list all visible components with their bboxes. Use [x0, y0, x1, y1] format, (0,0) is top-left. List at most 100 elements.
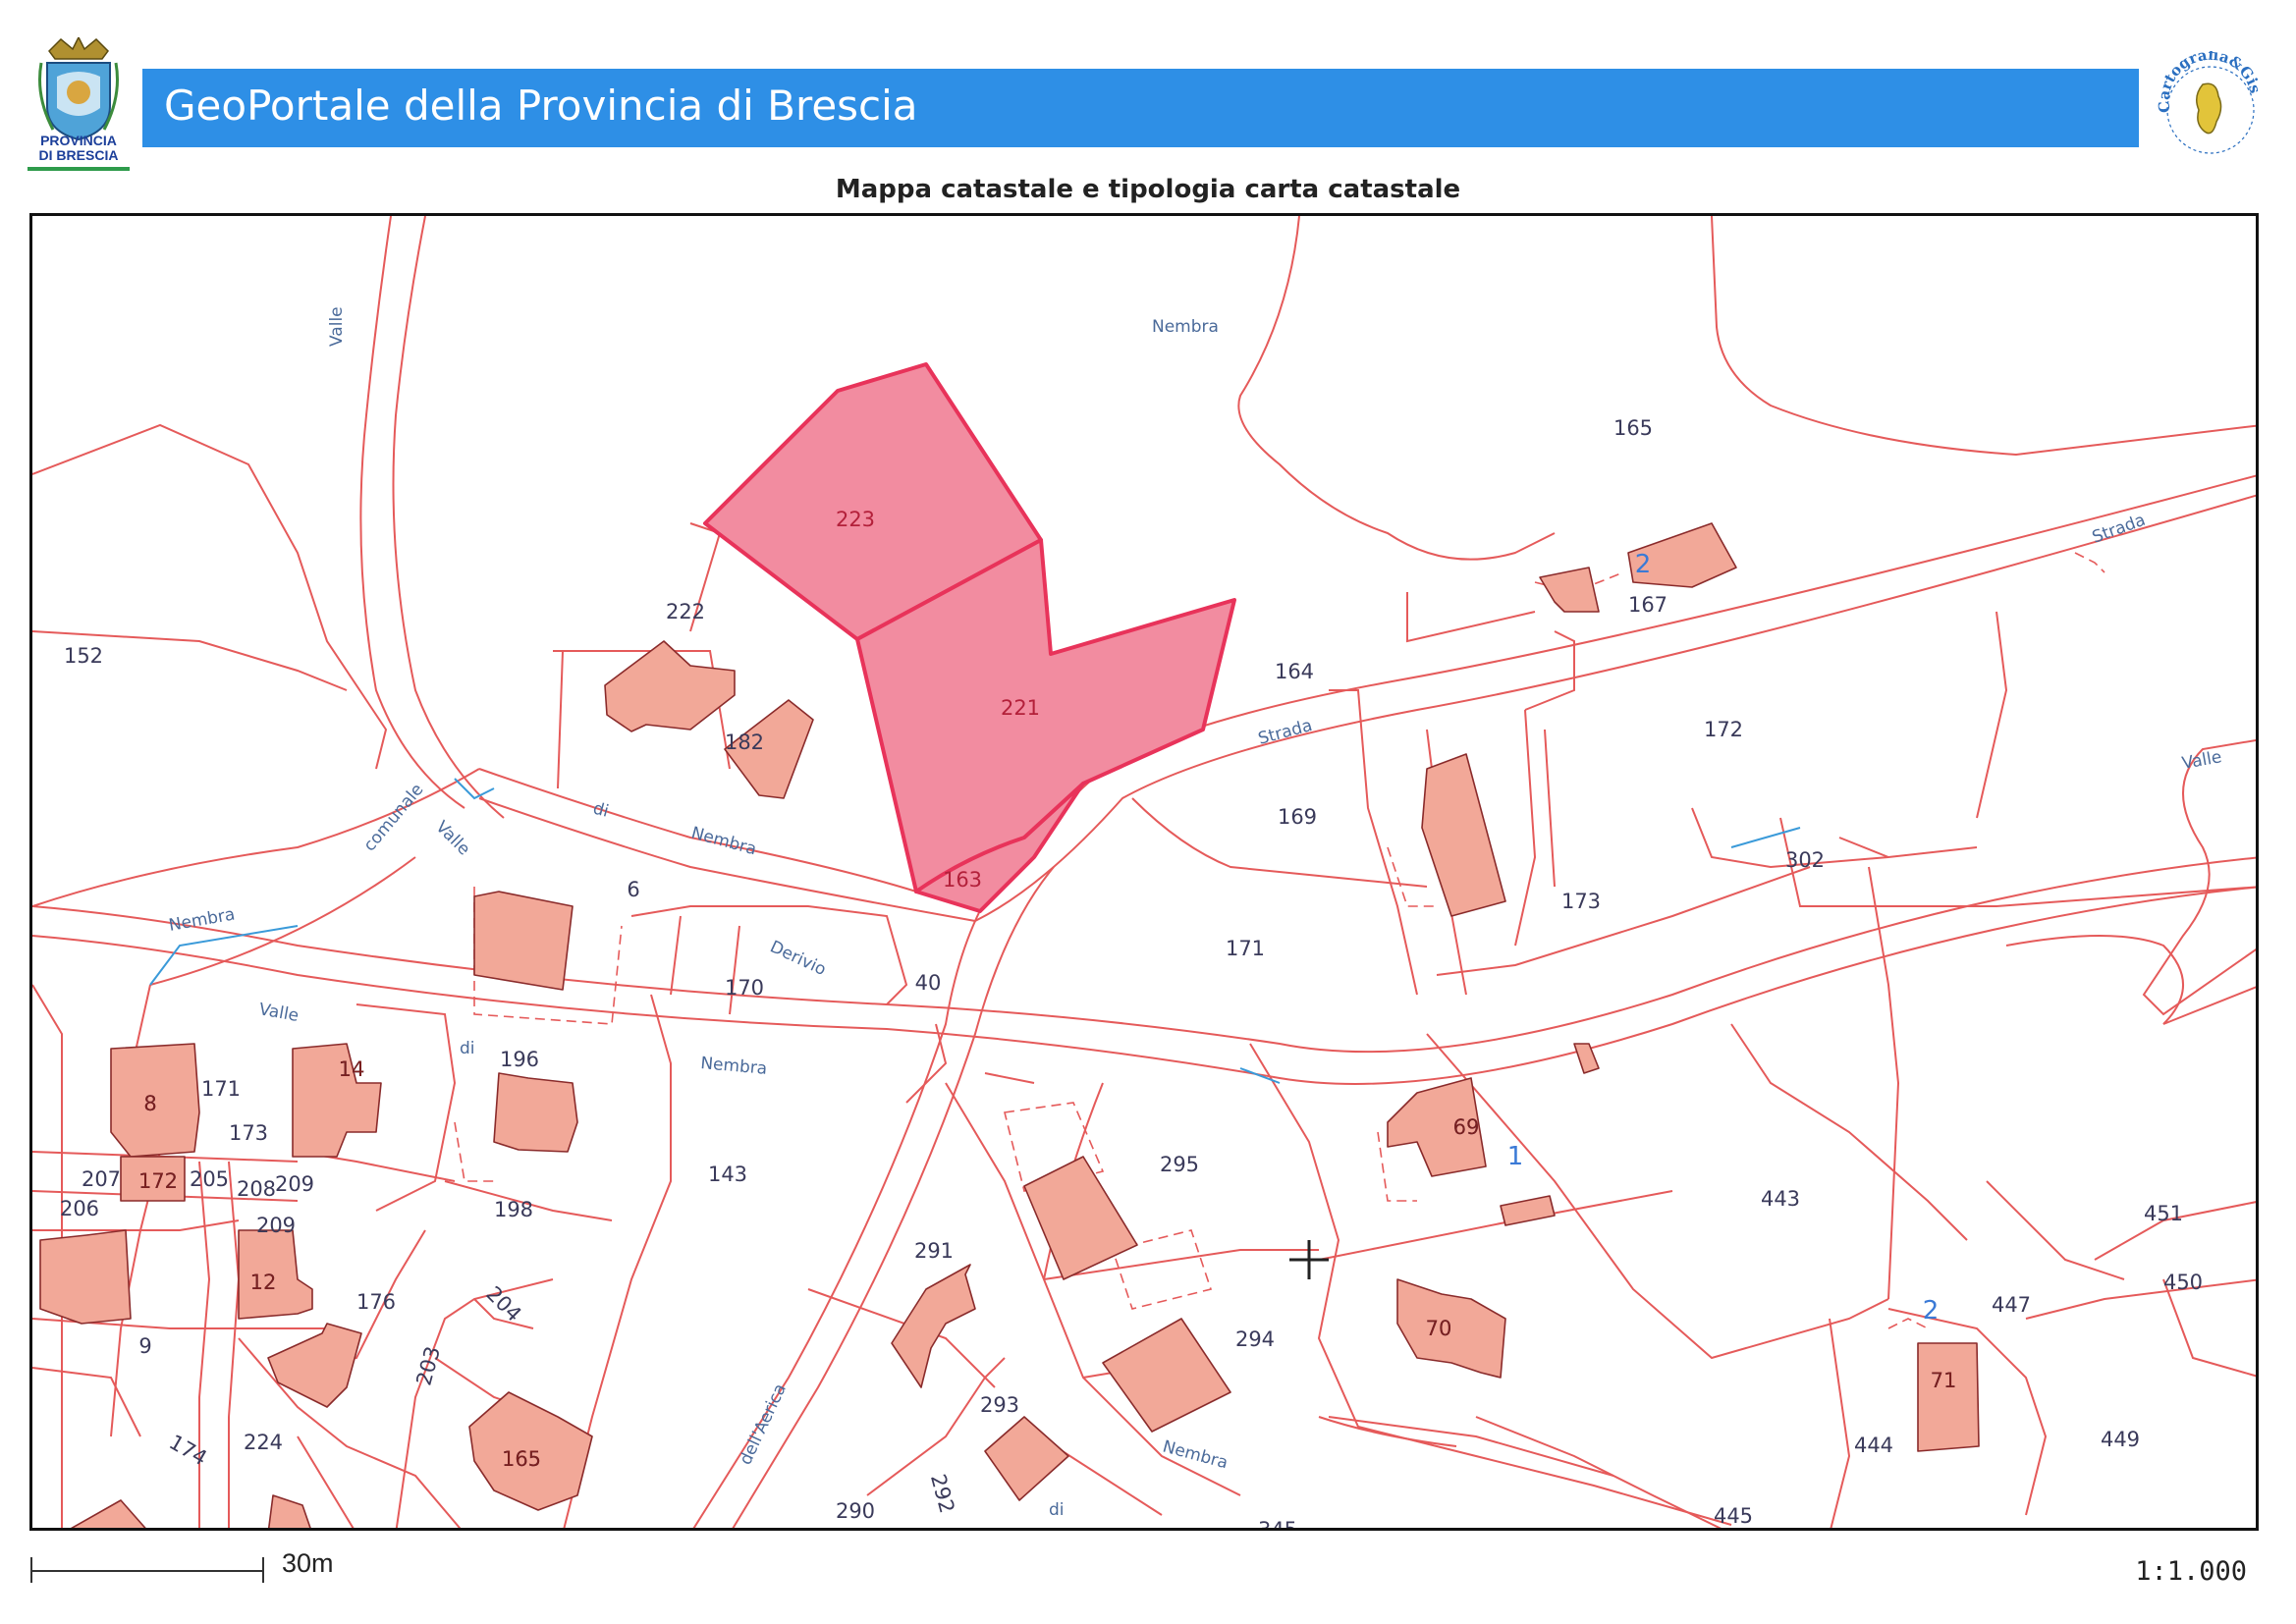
building — [1421, 753, 1506, 917]
road-label: Nembra — [1152, 317, 1219, 337]
parcel-label: 182 — [725, 731, 764, 754]
building — [1573, 1043, 1600, 1074]
parcel-boundary — [1329, 689, 1418, 996]
parcel-boundary — [1328, 1416, 1614, 1477]
parcel-label: 143 — [708, 1163, 747, 1186]
parcel-label: 205 — [190, 1167, 229, 1191]
parcel-label: 209 — [275, 1172, 314, 1196]
parcel-label: 170 — [725, 976, 764, 1000]
parcel-label: 295 — [1160, 1153, 1199, 1176]
parcel-label: 207 — [82, 1167, 121, 1191]
parcel-boundary — [1711, 216, 2256, 457]
parcel-label: 198 — [494, 1198, 533, 1221]
parcel-boundary — [1237, 216, 1556, 561]
provincia-logo-text: PROVINCIA DI BRESCIA — [27, 134, 130, 163]
cross-symbol — [1289, 1240, 1329, 1279]
scale-ratio: 1:1.000 — [2135, 1556, 2247, 1587]
parcel-label: 176 — [356, 1290, 396, 1314]
parcel-label: 224 — [244, 1431, 283, 1454]
parcel-label: 203 — [411, 1344, 445, 1388]
sheet-label: 2 — [1923, 1296, 1940, 1326]
parcel-boundary — [32, 1219, 240, 1231]
map-title: Mappa catastale e tipologia carta catast… — [835, 175, 1461, 204]
parcel-boundary — [905, 1023, 948, 1104]
parcel-boundary — [1249, 1043, 1732, 1526]
building — [1500, 1195, 1556, 1226]
building-label: 69 — [1453, 1115, 1480, 1139]
building — [891, 1264, 976, 1388]
parcel-boundary — [1976, 611, 2008, 819]
building — [70, 1499, 146, 1528]
parcel-label: 196 — [500, 1048, 539, 1071]
parcel-boundary — [1829, 1318, 1851, 1528]
parcel-boundary — [1524, 630, 1575, 711]
cadastral-map[interactable]: Nembra Valle Strada di Nembra Valle Stra… — [29, 213, 2259, 1531]
parcel-label: 152 — [64, 644, 103, 668]
dashed-boundary — [454, 1121, 494, 1182]
parcel-label: 445 — [1714, 1504, 1753, 1528]
logo-text-line2: DI BRESCIA — [38, 147, 119, 163]
header-banner: GeoPortale della Provincia di Brescia — [142, 69, 2139, 147]
parcel-boundary — [32, 423, 388, 770]
building — [473, 891, 574, 991]
parcel-label: 292 — [926, 1472, 959, 1516]
parcel-boundary — [1868, 866, 1900, 1300]
building-label: 12 — [250, 1271, 277, 1294]
water-line — [1730, 827, 1801, 848]
building-label: 172 — [138, 1169, 178, 1193]
parcel-label: 209 — [256, 1214, 296, 1237]
road-edge — [392, 216, 505, 819]
water-line — [1239, 1067, 1281, 1084]
portal-title: GeoPortale della Provincia di Brescia — [164, 81, 918, 130]
parcel-boundary — [198, 1161, 211, 1528]
parcel-label: 450 — [2163, 1271, 2203, 1294]
parcel-label: 443 — [1761, 1187, 1800, 1211]
parcel-boundary — [984, 1072, 1035, 1084]
building — [984, 1416, 1069, 1501]
logo-green-line — [27, 167, 130, 171]
parcel-label: 165 — [1613, 416, 1653, 440]
highlighted-parcel-label: 223 — [836, 508, 875, 531]
parcel-boundary — [2005, 935, 2256, 1025]
parcel-boundary — [1544, 729, 1556, 888]
building-label: 71 — [1931, 1369, 1957, 1392]
logo-text-line1: PROVINCIA — [40, 133, 117, 148]
road-label: di — [591, 799, 611, 822]
road-label: dell'Aerica — [736, 1380, 791, 1468]
road-label: comunale — [360, 780, 428, 855]
parcel-boundary — [1318, 1190, 1673, 1261]
road-label: Valle — [257, 1000, 300, 1026]
road-label: Nembra — [167, 904, 236, 935]
building — [267, 1494, 311, 1528]
road-label: Strada — [2090, 511, 2149, 548]
parcel-label: 9 — [138, 1334, 151, 1358]
parcel-label: 222 — [666, 600, 705, 623]
parcel-label: 167 — [1628, 593, 1667, 617]
parcel-label: 173 — [1561, 890, 1601, 913]
road-label: Valle — [327, 306, 347, 347]
road-label: Nembra — [700, 1054, 768, 1079]
highlighted-parcel-label: 221 — [1001, 696, 1040, 720]
road-label: Valle — [2180, 747, 2222, 774]
parcel-boundary — [670, 915, 682, 996]
parcel-label: 172 — [1704, 718, 1743, 741]
parcel-boundary — [1514, 709, 1537, 947]
parcel-label: 171 — [1226, 937, 1265, 960]
building-label: 70 — [1426, 1317, 1452, 1340]
parcel-label: 169 — [1278, 805, 1317, 829]
building — [1102, 1318, 1231, 1433]
parcel-label: 291 — [914, 1239, 954, 1263]
parcel-boundary — [2142, 738, 2256, 1016]
scale-bar — [29, 1549, 275, 1589]
parcel-label: 345 — [1258, 1518, 1297, 1531]
parcel-boundary — [1779, 817, 2256, 907]
parcel-label: 302 — [1785, 848, 1825, 872]
parcel-boundary — [1986, 1180, 2125, 1280]
parcel-label: 451 — [2144, 1202, 2183, 1225]
building — [1917, 1342, 1980, 1452]
highlighted-parcel-label: 163 — [943, 868, 982, 892]
road-label: Nembra — [1161, 1437, 1230, 1474]
cadastral-map-svg: Nembra Valle Strada di Nembra Valle Stra… — [32, 216, 2256, 1531]
parcel-boundary — [729, 925, 740, 1015]
parcel-boundary — [2162, 1278, 2256, 1378]
